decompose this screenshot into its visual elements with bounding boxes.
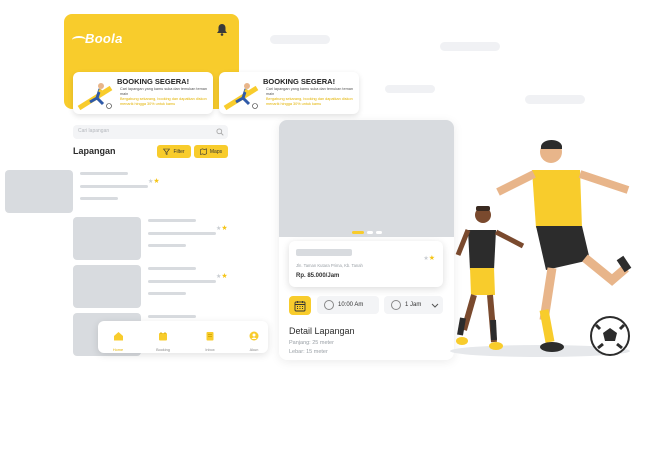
chevron-down-icon — [431, 303, 439, 308]
brand-logo: Boola — [85, 31, 123, 46]
promo-illustration — [77, 83, 113, 111]
list-item-text-placeholder — [148, 292, 186, 295]
nav-label: Home — [112, 348, 124, 352]
filter-button[interactable]: Filter — [157, 145, 191, 158]
duration-value: 1 Jam — [405, 302, 422, 308]
promo-card[interactable]: BOOKING SEGERA! Cari lapangan yang kamu … — [219, 72, 359, 114]
promo-title: BOOKING SEGERA! — [117, 77, 190, 86]
rating-stars: ★★ — [216, 225, 228, 232]
list-item-text-placeholder — [148, 280, 216, 283]
cloud-decoration — [270, 35, 330, 44]
home-icon — [113, 332, 123, 341]
field-info-card: ★★ Jln. Taman Kutara Prima, Kb. Tanah Rp… — [289, 241, 443, 287]
clock-icon — [391, 300, 401, 310]
search-input[interactable]: Cari lapangan — [73, 125, 228, 139]
field-width: Lebar: 15 meter — [289, 349, 328, 355]
detail-section-title: Detail Lapangan — [289, 326, 355, 336]
user-icon — [249, 331, 259, 341]
nav-booking[interactable]: Booking — [150, 328, 176, 352]
field-name-placeholder — [296, 249, 352, 256]
list-title: Lapangan — [73, 146, 116, 156]
time-value: 10:00 Am — [338, 302, 364, 308]
list-item-thumbnail[interactable] — [5, 170, 73, 213]
list-item-thumbnail[interactable] — [73, 217, 141, 260]
field-address: Jln. Taman Kutara Prima, Kb. Tanah — [296, 263, 363, 268]
calendar-icon — [294, 300, 306, 311]
promo-card[interactable]: BOOKING SEGERA! Cari lapangan yang kamu … — [73, 72, 213, 114]
list-item-title-placeholder — [148, 267, 196, 270]
list-item-thumbnail[interactable] — [73, 265, 141, 308]
cloud-decoration — [525, 95, 585, 104]
promo-cta-text: Bergabung sekarang, booking dan dapatkan… — [120, 97, 207, 106]
maps-label: Maps — [209, 148, 223, 155]
list-item-text-placeholder — [80, 197, 118, 200]
bell-icon[interactable] — [216, 23, 228, 36]
list-item-text-placeholder — [148, 232, 216, 235]
nav-account[interactable]: Akun — [241, 328, 267, 352]
filter-label: Filter — [173, 148, 185, 155]
duration-select[interactable]: 1 Jam — [384, 296, 443, 314]
field-photo — [279, 120, 454, 237]
carousel-dot-active[interactable] — [352, 231, 364, 234]
list-item-text-placeholder — [80, 185, 148, 188]
nav-label: Booking — [156, 348, 170, 352]
cloud-decoration — [440, 42, 500, 51]
promo-subtitle: Cari lapangan yang kamu suka dan temukan… — [266, 87, 353, 96]
list-item-title-placeholder — [148, 219, 196, 222]
soccer-players-illustration — [450, 140, 632, 357]
rating-stars: ★★ — [148, 178, 160, 185]
promo-title: BOOKING SEGERA! — [263, 77, 336, 86]
list-item-title-placeholder — [148, 315, 196, 318]
promo-subtitle: Cari lapangan yang kamu suka dan temukan… — [120, 87, 207, 96]
field-length: Panjang: 25 meter — [289, 340, 334, 346]
logo-swoosh-icon — [72, 36, 86, 44]
calendar-icon — [159, 332, 167, 341]
nav-home[interactable]: Home — [105, 328, 131, 352]
rating-stars: ★★ — [216, 273, 228, 280]
filter-icon — [163, 148, 171, 155]
bottom-navigation: Home Booking Inbox Akun — [98, 321, 268, 353]
nav-label: Akun — [249, 348, 259, 352]
search-placeholder: Cari lapangan — [78, 128, 110, 134]
list-item-title-placeholder — [80, 172, 128, 175]
cloud-decoration — [385, 85, 435, 93]
rating-stars: ★★ — [423, 255, 435, 262]
field-price: Rp. 85.000/Jam — [296, 273, 340, 279]
time-select[interactable]: 10:00 Am — [317, 296, 379, 314]
nav-inbox[interactable]: Inbox — [197, 328, 223, 352]
map-icon — [200, 148, 207, 155]
carousel-dot[interactable] — [367, 231, 373, 234]
carousel-dot[interactable] — [376, 231, 382, 234]
clock-icon — [324, 300, 334, 310]
list-item-text-placeholder — [148, 244, 186, 247]
carousel-indicator — [352, 231, 392, 235]
date-picker-button[interactable] — [289, 296, 311, 315]
promo-cta-text: Bergabung sekarang, booking dan dapatkan… — [266, 97, 353, 106]
inbox-icon — [206, 332, 214, 341]
search-icon — [216, 128, 224, 136]
maps-button[interactable]: Maps — [194, 145, 228, 158]
nav-label: Inbox — [205, 348, 215, 352]
promo-illustration — [223, 83, 259, 111]
